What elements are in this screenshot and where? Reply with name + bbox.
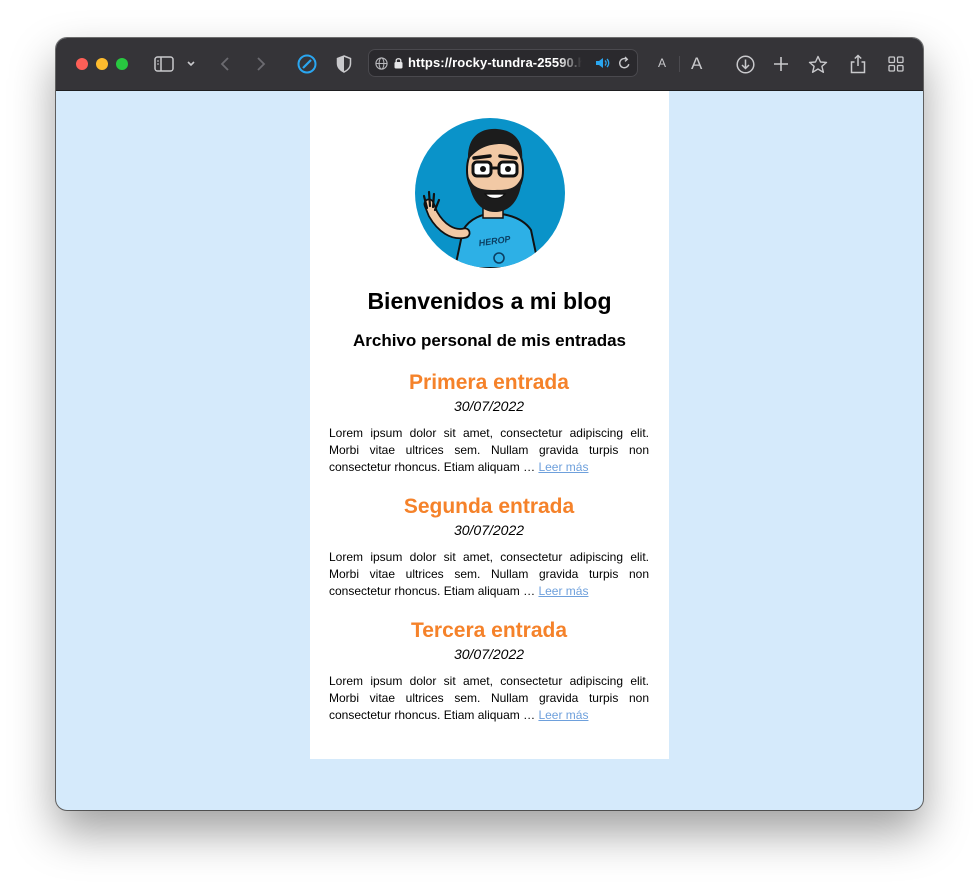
- read-more-link[interactable]: Leer más: [538, 460, 588, 474]
- reader-decrease-font-button[interactable]: A: [658, 56, 666, 70]
- post-excerpt-text: Lorem ipsum dolor sit amet, consectetur …: [329, 550, 649, 598]
- avatar: HEROP: [415, 118, 565, 268]
- reload-icon[interactable]: [616, 55, 632, 71]
- read-more-link[interactable]: Leer más: [538, 708, 588, 722]
- shield-icon[interactable]: [334, 52, 354, 76]
- zoom-window-button[interactable]: [116, 58, 128, 70]
- forward-icon[interactable]: [252, 52, 270, 76]
- post-title[interactable]: Segunda entrada: [329, 494, 649, 520]
- close-window-button[interactable]: [76, 58, 88, 70]
- url-fade: [558, 53, 582, 73]
- post-title[interactable]: Primera entrada: [329, 370, 649, 396]
- blog-subtitle: Archivo personal de mis entradas: [352, 331, 627, 350]
- browser-toolbar: https://rocky-tundra-25590.h A A: [56, 38, 923, 91]
- speaker-icon[interactable]: [594, 55, 610, 71]
- blog-page: HEROP Bienvenidos a mi blog Archivo pers…: [310, 91, 669, 759]
- tab-overview-icon[interactable]: [886, 52, 906, 76]
- globe-icon: [374, 55, 388, 71]
- plus-icon[interactable]: [771, 52, 791, 76]
- read-more-link[interactable]: Leer más: [538, 584, 588, 598]
- post-excerpt: Lorem ipsum dolor sit amet, consectetur …: [329, 673, 649, 724]
- extension-icon[interactable]: [296, 52, 318, 76]
- url-text: https://rocky-tundra-25590.h: [408, 55, 582, 70]
- browser-window: https://rocky-tundra-25590.h A A HEROP B…: [56, 38, 923, 810]
- post-3: Tercera entrada 30/07/2022 Lorem ipsum d…: [329, 618, 649, 724]
- post-excerpt: Lorem ipsum dolor sit amet, consectetur …: [329, 425, 649, 476]
- post-2: Segunda entrada 30/07/2022 Lorem ipsum d…: [329, 494, 649, 600]
- minimize-window-button[interactable]: [96, 58, 108, 70]
- post-date: 30/07/2022: [453, 646, 525, 662]
- post-date: 30/07/2022: [453, 398, 525, 414]
- address-bar[interactable]: https://rocky-tundra-25590.h: [368, 49, 638, 77]
- share-icon[interactable]: [848, 52, 868, 76]
- post-excerpt-text: Lorem ipsum dolor sit amet, consectetur …: [329, 426, 649, 474]
- download-icon[interactable]: [734, 52, 756, 76]
- back-icon[interactable]: [216, 52, 234, 76]
- post-excerpt: Lorem ipsum dolor sit amet, consectetur …: [329, 549, 649, 600]
- toolbar-separator: [679, 56, 680, 72]
- post-excerpt-text: Lorem ipsum dolor sit amet, consectetur …: [329, 674, 649, 722]
- star-icon[interactable]: [807, 52, 829, 76]
- post-title[interactable]: Tercera entrada: [329, 618, 649, 644]
- chevron-down-icon[interactable]: [184, 52, 198, 76]
- post-1: Primera entrada 30/07/2022 Lorem ipsum d…: [329, 370, 649, 476]
- reader-increase-font-button[interactable]: A: [691, 54, 702, 74]
- blog-title: Bienvenidos a mi blog: [367, 288, 612, 314]
- sidebar-icon[interactable]: [152, 52, 176, 76]
- post-date: 30/07/2022: [453, 522, 525, 538]
- lock-icon: [392, 55, 404, 71]
